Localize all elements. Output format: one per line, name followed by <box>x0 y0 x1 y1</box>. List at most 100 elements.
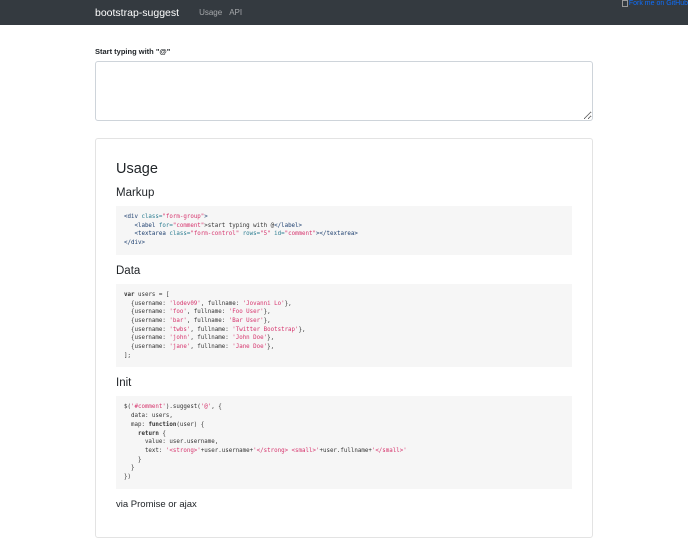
nav-link-usage[interactable]: Usage <box>199 8 222 17</box>
navbar: bootstrap-suggest Usage API <box>0 0 688 25</box>
code-token: $( <box>124 404 131 411</box>
fork-me-link[interactable]: Fork me on GitHub <box>621 0 688 7</box>
code-token: ></textarea> <box>316 231 358 238</box>
code-token: users = [ <box>134 291 170 298</box>
usage-card: Usage Markup <div class="form-group"> <l… <box>95 138 593 538</box>
code-token: , fullname: <box>190 326 233 333</box>
code-token: for= <box>158 222 173 229</box>
code-line: map: function(user) { <box>124 421 564 430</box>
code-token: }, <box>298 326 306 333</box>
code-token: }, <box>263 309 271 316</box>
code-token: id= <box>274 231 285 238</box>
code-token: </div> <box>124 240 145 247</box>
markup-code-block: <div class="form-group"> <label for="com… <box>116 206 572 255</box>
code-line: {username: 'twbs', fullname: 'Twitter Bo… <box>124 326 564 335</box>
code-token: "5" <box>260 231 275 238</box>
code-token: {username: <box>124 300 170 307</box>
data-heading: Data <box>116 264 141 277</box>
code-token: <label <box>124 222 159 229</box>
code-token: , { <box>211 404 222 411</box>
code-line: text: '<strong>'+user.username+'</strong… <box>124 447 564 456</box>
code-token: 'Jane Doe' <box>232 344 268 351</box>
code-token: } <box>124 465 135 472</box>
code-token: 'Twitter Bootstrap' <box>232 326 299 333</box>
code-line: data: users, <box>124 412 564 421</box>
code-token: {username: <box>124 344 170 351</box>
code-token: }, <box>284 300 292 307</box>
code-token: "form-group" <box>162 214 205 220</box>
code-token: <div <box>124 214 142 220</box>
code-line: </div> <box>124 239 564 248</box>
code-line: {username: 'bar', fullname: 'Bar User'}, <box>124 317 564 326</box>
code-token: , fullname: <box>190 344 233 351</box>
code-token: '<strong>' <box>165 447 201 454</box>
code-token: }, <box>263 317 271 324</box>
code-token: "form-control" <box>190 231 243 238</box>
code-token: +user.fullname+ <box>319 447 372 454</box>
code-line: } <box>124 464 564 473</box>
code-token: '#comment' <box>130 404 166 411</box>
code-token: '</small>' <box>371 447 407 454</box>
code-token: 'twbs' <box>169 326 191 333</box>
code-token: ]; <box>124 352 131 359</box>
promise-heading: via Promise or ajax <box>116 498 197 510</box>
code-line: {username: 'foo', fullname: 'Foo User'}, <box>124 308 564 317</box>
comment-textarea[interactable] <box>95 61 593 121</box>
init-heading: Init <box>116 377 132 390</box>
code-token: +user.username+ <box>200 447 254 454</box>
code-line: } <box>124 456 564 465</box>
code-line: <textarea class="form-control" rows="5" … <box>124 230 564 239</box>
code-token: , fullname: <box>186 309 229 316</box>
code-line: <div class="form-group"> <box>124 213 564 222</box>
code-token: {username: <box>124 317 170 324</box>
code-token: '</strong> <small>' <box>253 447 320 454</box>
code-line: $('#comment').suggest('@', { <box>124 403 564 412</box>
code-line: {username: 'john', fullname: 'John Doe'}… <box>124 334 564 343</box>
code-token: 'john' <box>169 335 191 342</box>
code-token: class= <box>169 231 191 238</box>
code-token: 'John Doe' <box>232 335 268 342</box>
code-token: return <box>137 430 159 437</box>
code-token: 'jane' <box>169 344 191 351</box>
code-token: , fullname: <box>190 335 233 342</box>
code-token: { <box>158 430 166 437</box>
code-token: > <box>204 214 208 220</box>
broken-image-icon <box>621 0 628 7</box>
init-code-block: $('#comment').suggest('@', { data: users… <box>116 396 572 489</box>
nav-link-api[interactable]: API <box>229 8 242 17</box>
code-token: }, <box>267 335 275 342</box>
code-token: 'lodev09' <box>169 300 201 307</box>
code-token: 'foo' <box>169 309 187 316</box>
code-token: 'bar' <box>169 317 187 324</box>
code-token: class= <box>141 214 163 220</box>
code-token: "comment" <box>172 222 205 229</box>
code-line: ]; <box>124 352 564 361</box>
fork-me-text: Fork me on GitHub <box>628 0 688 7</box>
code-token: 'Jovanni Lo' <box>242 300 285 307</box>
code-line: }) <box>124 473 564 482</box>
comment-label: Start typing with "@" <box>95 47 171 56</box>
code-token: start typing with @ <box>207 222 275 229</box>
code-token: } <box>124 456 142 463</box>
code-token: ).suggest( <box>165 404 201 411</box>
code-token: text: <box>124 447 166 454</box>
code-token: , fullname: <box>186 317 229 324</box>
code-line: {username: 'jane', fullname: 'Jane Doe'}… <box>124 343 564 352</box>
markup-heading: Markup <box>116 187 155 199</box>
code-token: <textarea <box>124 231 170 238</box>
code-token: , fullname: <box>200 300 243 307</box>
brand-link[interactable]: bootstrap-suggest <box>95 7 179 19</box>
code-line: {username: 'lodev09', fullname: 'Jovanni… <box>124 300 564 309</box>
code-token: 'Bar User' <box>228 317 264 324</box>
code-token: {username: <box>124 309 170 316</box>
code-token: "comment" <box>284 231 317 238</box>
code-token: </label> <box>274 222 303 229</box>
code-token: {username: <box>124 335 170 342</box>
code-token: rows= <box>242 231 261 238</box>
code-token: '@' <box>200 404 212 411</box>
code-token: }, <box>267 344 275 351</box>
code-line: var users = [ <box>124 291 564 300</box>
code-line: return { <box>124 430 564 439</box>
code-line: <label for="comment">start typing with @… <box>124 222 564 231</box>
